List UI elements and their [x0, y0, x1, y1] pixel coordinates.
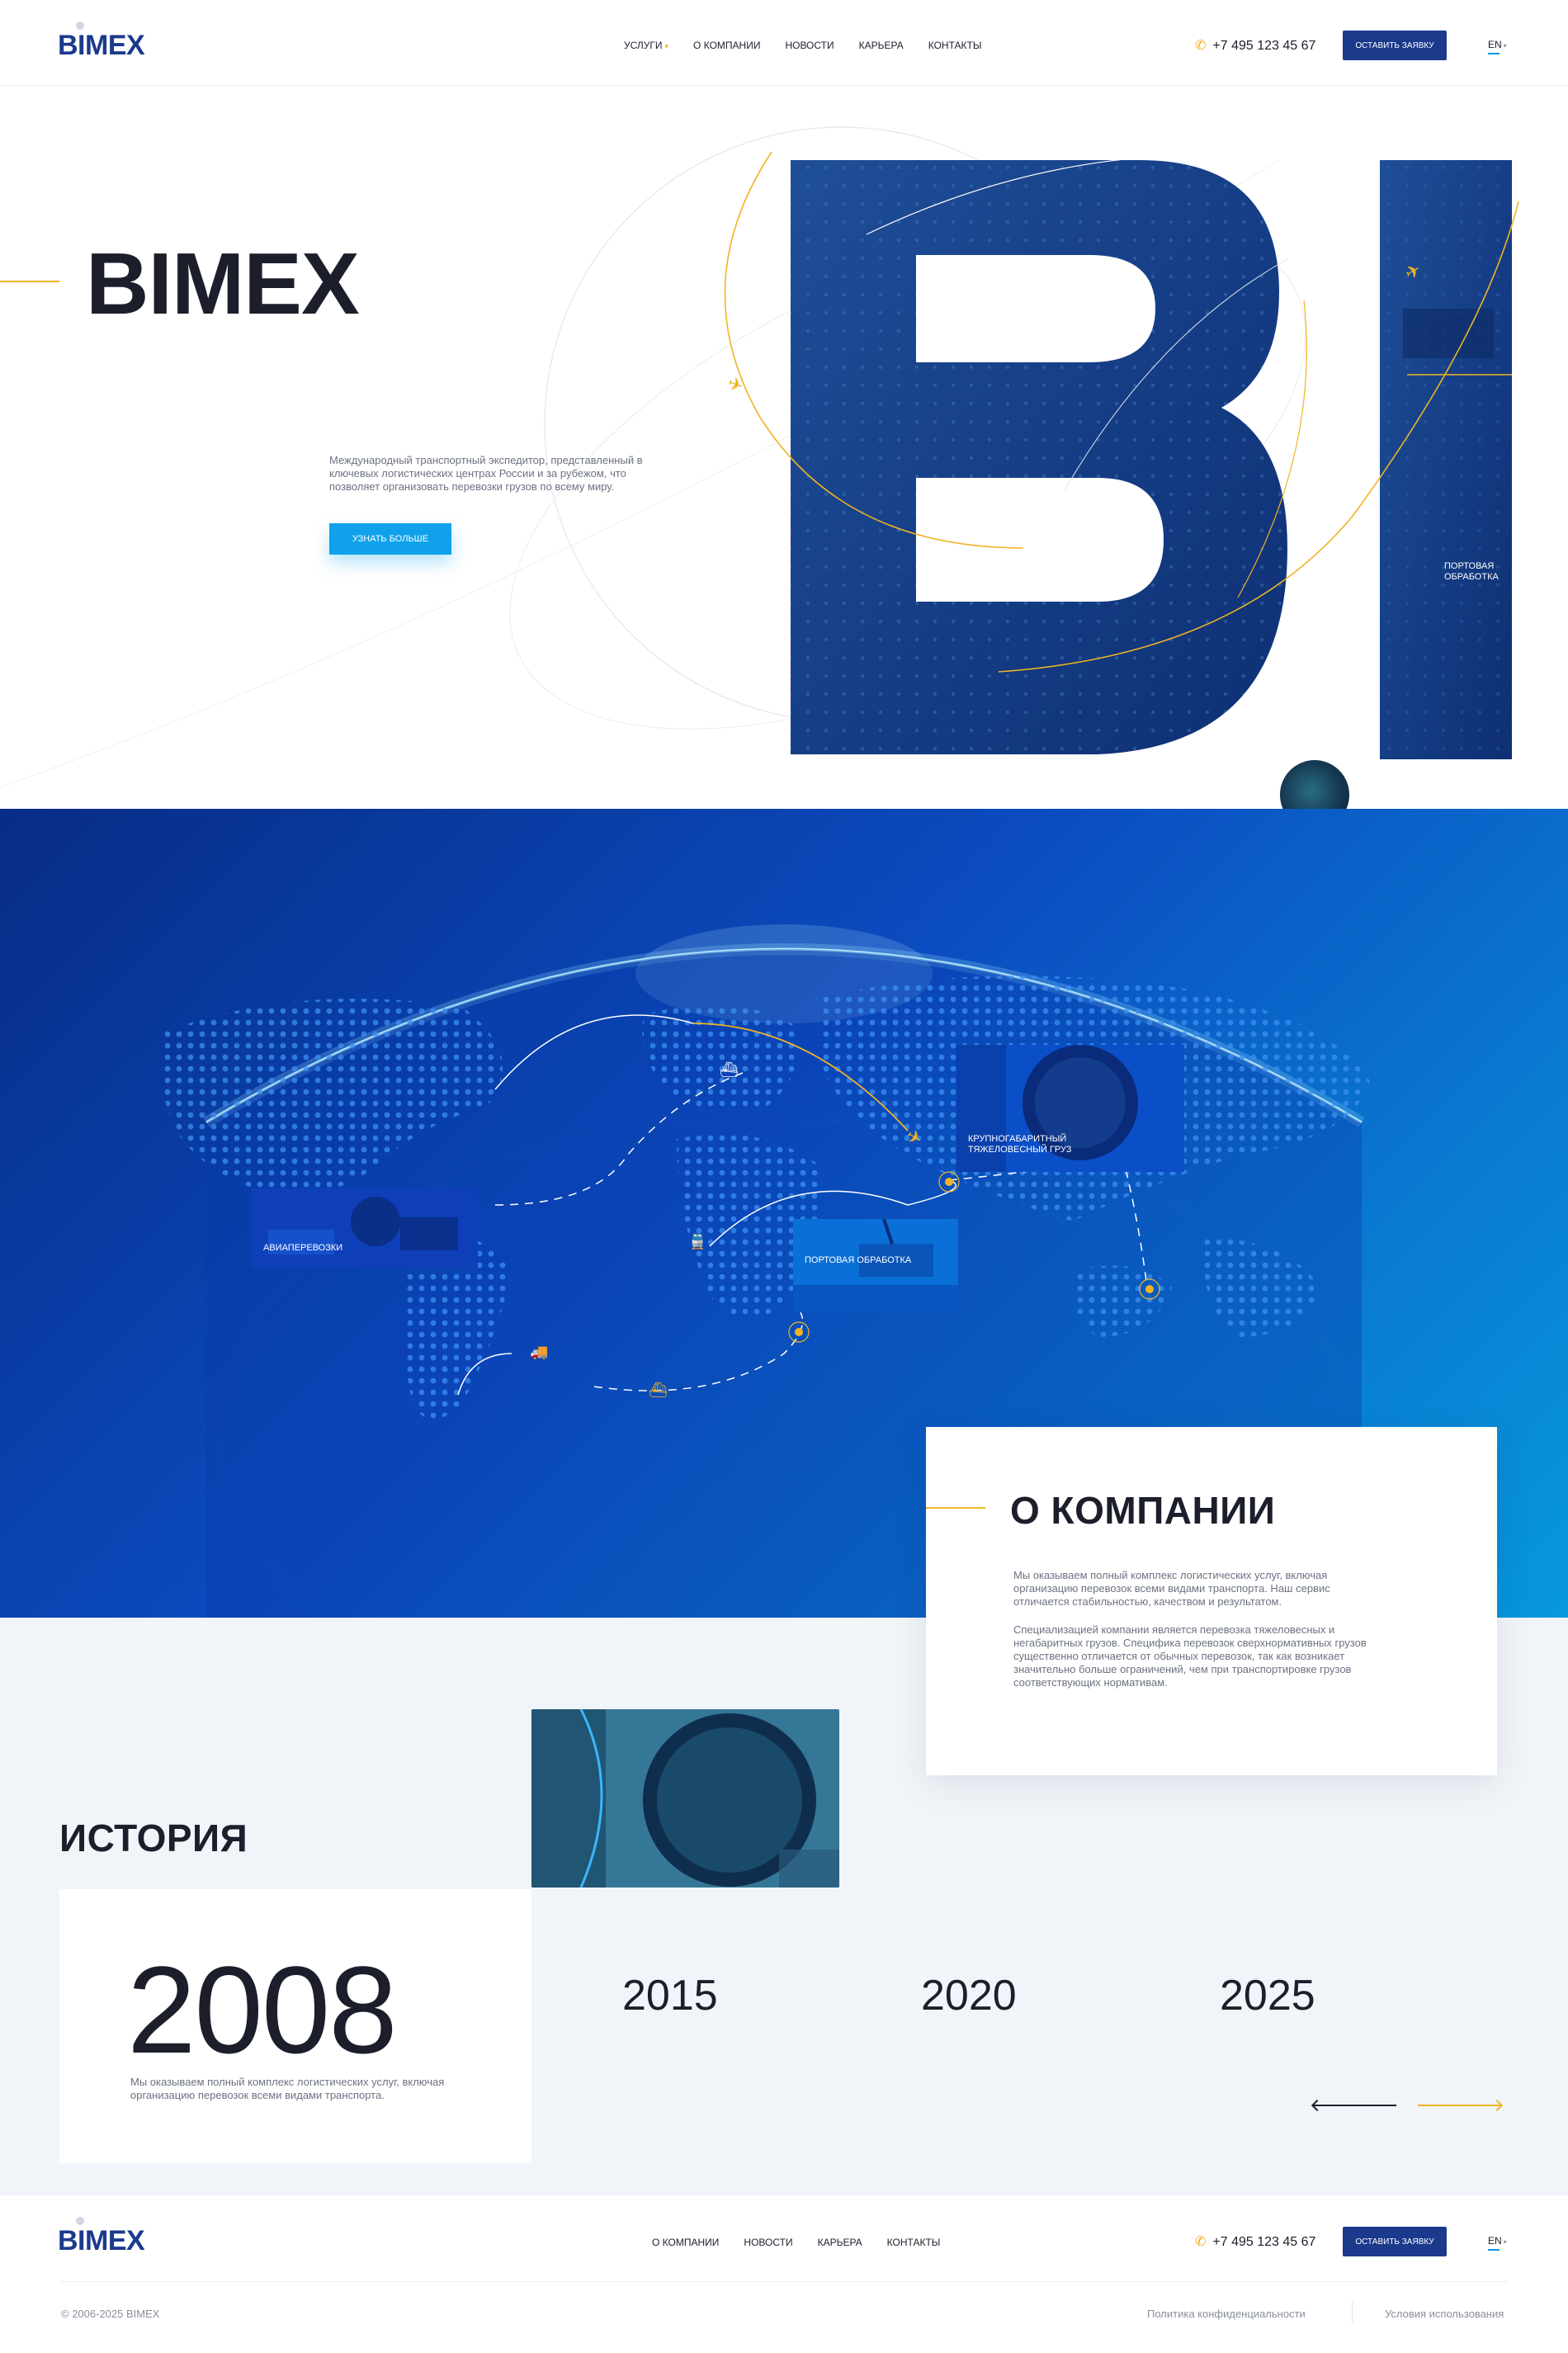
learn-more-button[interactable]: Узнать больше — [329, 523, 451, 555]
footer-nav-news[interactable]: Новости — [744, 2237, 792, 2248]
slider-dot[interactable] — [1465, 787, 1481, 804]
map-card-caption: Авиаперевозки — [263, 1243, 343, 1253]
phone-number: +7 495 123 45 67 — [1212, 39, 1316, 53]
svg-text:✈: ✈ — [725, 372, 746, 397]
history-photo-image — [531, 1709, 839, 1888]
about-paragraph-2: Специализацией компании является перевоз… — [1013, 1623, 1367, 1689]
chevron-down-icon: ▾ — [1503, 2238, 1507, 2246]
history-year-2020[interactable]: 2020 — [921, 1971, 1017, 2020]
nav-item-career[interactable]: Карьера — [859, 40, 904, 51]
about-accent-line — [926, 1507, 985, 1509]
hero-accent-line — [0, 281, 59, 282]
chevron-down-icon: ▾ — [664, 42, 669, 50]
lang-underline — [1488, 53, 1500, 54]
main-nav: Услуги ▾ О компании Новости Карьера Конта… — [624, 40, 981, 51]
nav-item-contacts[interactable]: Контакты — [928, 40, 982, 51]
map-card-air[interactable]: Авиаперевозки — [252, 1188, 478, 1268]
about-paragraph-1: Мы оказываем полный комплекс логистическ… — [1013, 1569, 1330, 1608]
history-year-2025[interactable]: 2025 — [1220, 1971, 1315, 2020]
request-button[interactable]: Оставить заявку — [1343, 31, 1447, 60]
map-card-caption: Портовая обработка — [805, 1255, 912, 1265]
phone-icon: ✆ — [1195, 39, 1207, 53]
hero-section: ✈ ✈ BIMEX Международный транспортный экс… — [0, 86, 1568, 809]
header-phone[interactable]: ✆ +7 495 123 45 67 — [1195, 37, 1315, 54]
nav-label: Услуги — [624, 40, 663, 51]
map-card-caption: Крупногабаритный тяжеловесный груз — [968, 1134, 1072, 1155]
footer-phone[interactable]: ✆ +7 495 123 45 67 — [1195, 2233, 1315, 2250]
slider-dot[interactable] — [1412, 787, 1429, 804]
map-card-photo — [252, 1188, 478, 1268]
footer-nav-contacts[interactable]: Контакты — [887, 2237, 941, 2248]
slider-dots — [1359, 787, 1508, 804]
phone-icon: ✆ — [1195, 2235, 1207, 2249]
slider-dot[interactable] — [1491, 787, 1508, 804]
slider-dot[interactable] — [1386, 787, 1402, 804]
legal-separator — [1352, 2301, 1353, 2322]
hero-artwork: ✈ ✈ — [0, 126, 1519, 788]
lang-switch[interactable]: EN ▾ — [1488, 39, 1507, 50]
privacy-link[interactable]: Политика конфиденциальности — [1147, 2308, 1306, 2320]
footer-request-button[interactable]: Оставить заявку — [1343, 2227, 1447, 2256]
copyright: © 2006-2025 BIMEX — [61, 2308, 160, 2320]
arrow-right-icon[interactable] — [1418, 2105, 1500, 2106]
terms-link[interactable]: Условия использования — [1385, 2308, 1504, 2320]
chevron-down-icon: ▾ — [1503, 42, 1507, 50]
logo-text: BIMEX — [58, 30, 145, 61]
history-year-2015[interactable]: 2015 — [622, 1971, 718, 2020]
active-year: 2008 — [127, 1940, 398, 2079]
about-title: О компании — [1010, 1489, 1276, 1532]
slide-caption: Портовая обработка — [1444, 561, 1499, 582]
logo-text: BIMEX — [58, 2225, 145, 2256]
lang-underline — [1488, 2249, 1500, 2251]
footer-nav-career[interactable]: Карьера — [818, 2237, 862, 2248]
svg-text:⛴: ⛴ — [649, 1382, 668, 1398]
phone-number: +7 495 123 45 67 — [1212, 2235, 1316, 2249]
logo[interactable]: BIMEX — [58, 21, 145, 62]
svg-text:🚆: 🚆 — [688, 1232, 706, 1250]
site-footer: BIMEX О компании Новости Карьера Контакт… — [0, 2195, 1568, 2353]
arrow-left-icon[interactable] — [1314, 2105, 1396, 2106]
footer-divider — [59, 2281, 1509, 2282]
map-card-port[interactable]: Портовая обработка — [793, 1219, 958, 1312]
active-year-text: Мы оказываем полный комплекс логистическ… — [130, 2076, 445, 2101]
hero-title: BIMEX — [86, 235, 360, 333]
footer-lang-switch[interactable]: EN ▾ — [1488, 2235, 1507, 2247]
lang-label: EN — [1488, 2235, 1502, 2247]
nav-item-news[interactable]: Новости — [785, 40, 834, 51]
history-title: История — [59, 1817, 248, 1859]
footer-logo[interactable]: BIMEX — [58, 2217, 145, 2257]
slider-dot[interactable] — [1359, 787, 1376, 804]
svg-text:🚚: 🚚 — [530, 1344, 548, 1360]
hero-letter-b — [791, 160, 1287, 754]
site-header: BIMEX Услуги ▾ О компании Новости Карьера… — [0, 0, 1568, 86]
hero-description: Международный транспортный экспедитор, п… — [329, 454, 643, 493]
logo-dot-icon — [76, 2217, 84, 2225]
history-photo — [531, 1709, 839, 1888]
about-card: О компании Мы оказываем полный комплекс … — [926, 1427, 1497, 1775]
logo-dot-icon — [76, 21, 84, 30]
footer-nav: О компании Новости Карьера Контакты — [652, 2237, 940, 2248]
svg-text:⛴: ⛴ — [720, 1061, 739, 1078]
footer-nav-about[interactable]: О компании — [652, 2237, 719, 2248]
slider-dot[interactable] — [1438, 787, 1455, 804]
nav-item-services[interactable]: Услуги ▾ — [624, 40, 668, 51]
lang-label: EN — [1488, 39, 1502, 50]
nav-item-about[interactable]: О компании — [693, 40, 760, 51]
map-card-heavy[interactable]: Крупногабаритный тяжеловесный груз — [956, 1045, 1184, 1172]
history-active-year-card: 2008 Мы оказываем полный комплекс логист… — [59, 1889, 531, 2163]
